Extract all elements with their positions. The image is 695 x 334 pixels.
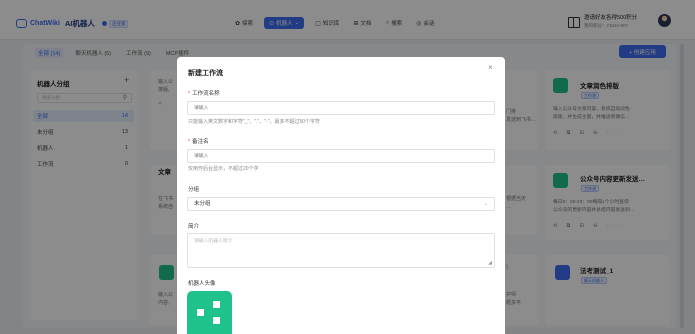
remark-label: * 备注名 xyxy=(188,137,209,145)
close-icon[interactable]: × xyxy=(488,63,493,72)
label-text: 工作流名称 xyxy=(192,91,220,97)
resize-handle-icon[interactable]: ◢ xyxy=(488,260,492,266)
remark-hint: 仅用作后台显示，不超过20个字 xyxy=(188,166,259,172)
required-mark: * xyxy=(188,91,191,97)
node-icon xyxy=(197,309,204,316)
avatar-label: 机器人头像 xyxy=(188,281,216,287)
robot-avatar-upload[interactable] xyxy=(187,291,232,334)
node-icon xyxy=(213,301,220,308)
group-label: 分组 xyxy=(188,187,200,193)
workflow-name-hint: 只能输入英文数字和字符"_"、"."、"-"，最多不超过50个字符 xyxy=(188,119,321,125)
required-mark: * xyxy=(188,139,191,145)
intro-textarea[interactable]: 请输入机器人简介 ◢ xyxy=(187,233,495,268)
dialog-title: 新建工作流 xyxy=(188,70,223,77)
intro-placeholder: 请输入机器人简介 xyxy=(194,239,233,244)
remark-input[interactable] xyxy=(187,149,495,163)
node-icon xyxy=(213,317,220,324)
workflow-name-label: * 工作流名称 xyxy=(188,89,220,97)
new-workflow-dialog: 新建工作流 × *工作流名称 只能输入英文数字和字符"_"、"."、"-"，最多… xyxy=(177,57,505,334)
label-text: 备注名 xyxy=(192,139,209,145)
chevron-down-icon: ⌄ xyxy=(483,201,488,207)
intro-label: 简介 xyxy=(188,224,200,230)
group-select[interactable]: 未分组 ⌄ xyxy=(187,197,495,211)
group-select-value: 未分组 xyxy=(194,201,211,207)
workflow-name-input[interactable] xyxy=(187,101,495,115)
